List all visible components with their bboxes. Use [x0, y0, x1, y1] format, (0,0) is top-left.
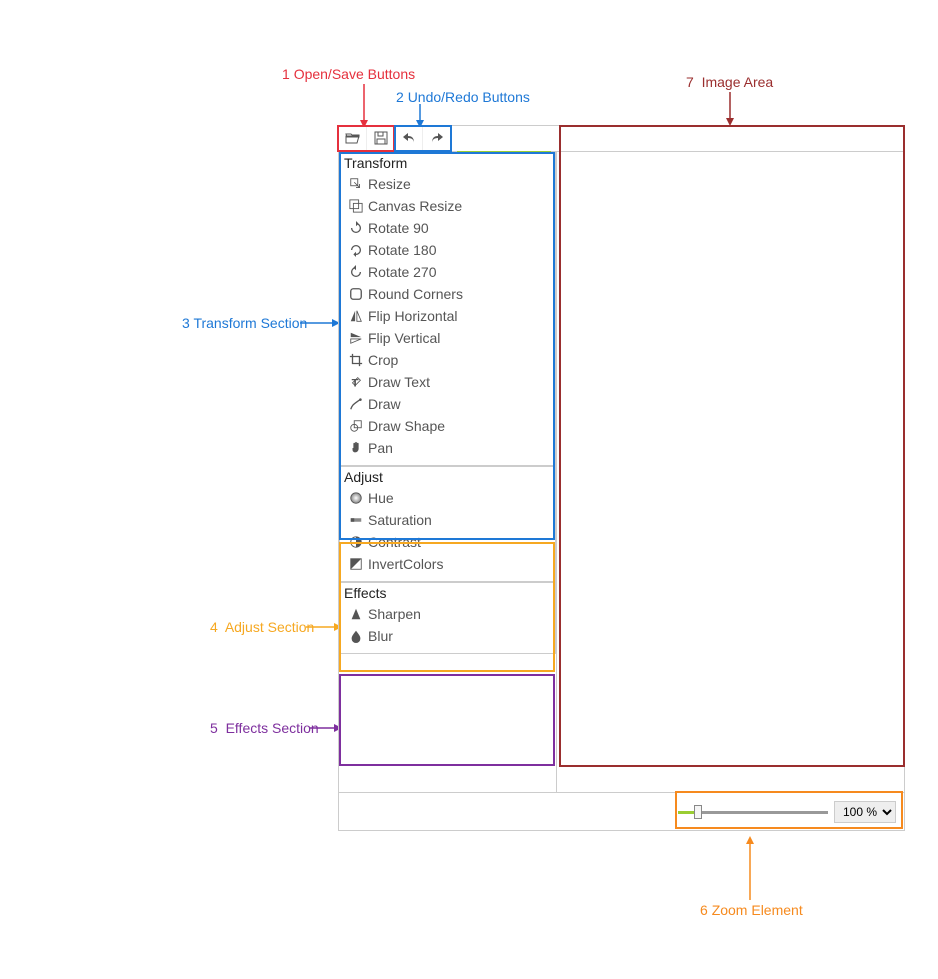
annotation-open-save: 1 Open/Save Buttons [282, 66, 415, 82]
transform-item-label: Crop [368, 352, 398, 368]
transform-section: Transform Resize Canvas Resize Rotate 90 Rot… [339, 152, 556, 466]
transform-item-label: Draw [368, 396, 401, 412]
annotation-effects: 5 Effects Section [210, 720, 319, 736]
annotation-zoom: 6 Zoom Element [700, 902, 803, 918]
round-corners-icon [348, 286, 364, 302]
save-button[interactable] [367, 126, 395, 152]
draw-text-icon: T [348, 374, 364, 390]
image-editor: Transform Resize Canvas Resize Rotate 90 Rot… [338, 125, 905, 831]
transform-item-label: Canvas Resize [368, 198, 462, 214]
adjust-item-saturation[interactable]: Saturation [340, 509, 555, 531]
effects-section: Effects Sharpen Blur [339, 582, 556, 654]
effects-section-header: Effects [340, 585, 555, 603]
draw-shape-icon [348, 418, 364, 434]
transform-item-label: Rotate 90 [368, 220, 429, 236]
zoom-slider[interactable] [678, 804, 828, 820]
adjust-item-contrast[interactable]: Contrast [340, 531, 555, 553]
annotation-undo-redo: 2 Undo/Redo Buttons [396, 89, 530, 105]
transform-item-flip-vertical[interactable]: Flip Vertical [340, 327, 555, 349]
transform-item-label: Rotate 180 [368, 242, 437, 258]
arrow-transform [300, 317, 340, 329]
adjust-item-label: Saturation [368, 512, 432, 528]
transform-item-label: Draw Text [368, 374, 430, 390]
annotation-transform: 3 Transform Section [182, 315, 307, 331]
flip-horizontal-icon [348, 308, 364, 324]
pan-icon [348, 440, 364, 456]
blur-icon [348, 628, 364, 644]
toolbar [339, 126, 904, 152]
transform-item-canvas-resize[interactable]: Canvas Resize [340, 195, 555, 217]
transform-item-label: Round Corners [368, 286, 463, 302]
transform-item-label: Flip Horizontal [368, 308, 457, 324]
crop-icon [348, 352, 364, 368]
transform-item-label: Rotate 270 [368, 264, 437, 280]
transform-item-draw[interactable]: Draw [340, 393, 555, 415]
sharpen-icon [348, 606, 364, 622]
transform-item-round-corners[interactable]: Round Corners [340, 283, 555, 305]
annotation-adjust: 4 Adjust Section [210, 619, 314, 635]
effects-item-blur[interactable]: Blur [340, 625, 555, 647]
rotate-90-icon [348, 220, 364, 236]
zoom-select[interactable]: 100 % [834, 801, 896, 823]
draw-icon [348, 396, 364, 412]
adjust-item-invert[interactable]: InvertColors [340, 553, 555, 575]
contrast-icon [348, 534, 364, 550]
transform-item-draw-shape[interactable]: Draw Shape [340, 415, 555, 437]
adjust-item-hue[interactable]: Hue [340, 487, 555, 509]
rotate-270-icon [348, 264, 364, 280]
undo-button[interactable] [395, 126, 423, 152]
zoom-track-inactive [696, 811, 828, 814]
adjust-section: Adjust Hue Saturation Contrast InvertColors [339, 466, 556, 582]
arrow-image-area [724, 92, 736, 126]
hue-icon [348, 490, 364, 506]
redo-button[interactable] [423, 126, 451, 152]
transform-item-label: Flip Vertical [368, 330, 440, 346]
arrow-adjust [306, 621, 342, 633]
adjust-item-label: Hue [368, 490, 394, 506]
toolbar-accent [457, 151, 551, 153]
transform-item-rotate-90[interactable]: Rotate 90 [340, 217, 555, 239]
open-button[interactable] [339, 126, 367, 152]
adjust-item-label: InvertColors [368, 556, 443, 572]
transform-item-pan[interactable]: Pan [340, 437, 555, 459]
saturation-icon [348, 512, 364, 528]
undo-icon [401, 130, 417, 149]
footer: 100 % [339, 792, 904, 830]
arrow-zoom [744, 836, 756, 900]
arrow-open-save [358, 84, 370, 128]
transform-item-label: Draw Shape [368, 418, 445, 434]
redo-icon [429, 130, 445, 149]
invert-icon [348, 556, 364, 572]
flip-vertical-icon [348, 330, 364, 346]
canvas-resize-icon [348, 198, 364, 214]
transform-item-label: Pan [368, 440, 393, 456]
transform-section-header: Transform [340, 155, 555, 173]
transform-item-label: Resize [368, 176, 411, 192]
effects-item-label: Sharpen [368, 606, 421, 622]
rotate-180-icon [348, 242, 364, 258]
zoom-thumb[interactable] [694, 805, 702, 819]
image-area[interactable] [557, 152, 904, 792]
transform-item-flip-horizontal[interactable]: Flip Horizontal [340, 305, 555, 327]
adjust-item-label: Contrast [368, 534, 421, 550]
resize-icon [348, 176, 364, 192]
adjust-section-header: Adjust [340, 469, 555, 487]
effects-item-label: Blur [368, 628, 393, 644]
transform-item-resize[interactable]: Resize [340, 173, 555, 195]
transform-item-crop[interactable]: Crop [340, 349, 555, 371]
tools-sidebar: Transform Resize Canvas Resize Rotate 90 Rot… [339, 152, 557, 792]
save-icon [373, 130, 389, 149]
transform-item-rotate-180[interactable]: Rotate 180 [340, 239, 555, 261]
transform-item-draw-text[interactable]: TDraw Text [340, 371, 555, 393]
folder-open-icon [345, 130, 361, 149]
effects-item-sharpen[interactable]: Sharpen [340, 603, 555, 625]
annotation-image-area: 7 Image Area [686, 74, 773, 90]
transform-item-rotate-270[interactable]: Rotate 270 [340, 261, 555, 283]
